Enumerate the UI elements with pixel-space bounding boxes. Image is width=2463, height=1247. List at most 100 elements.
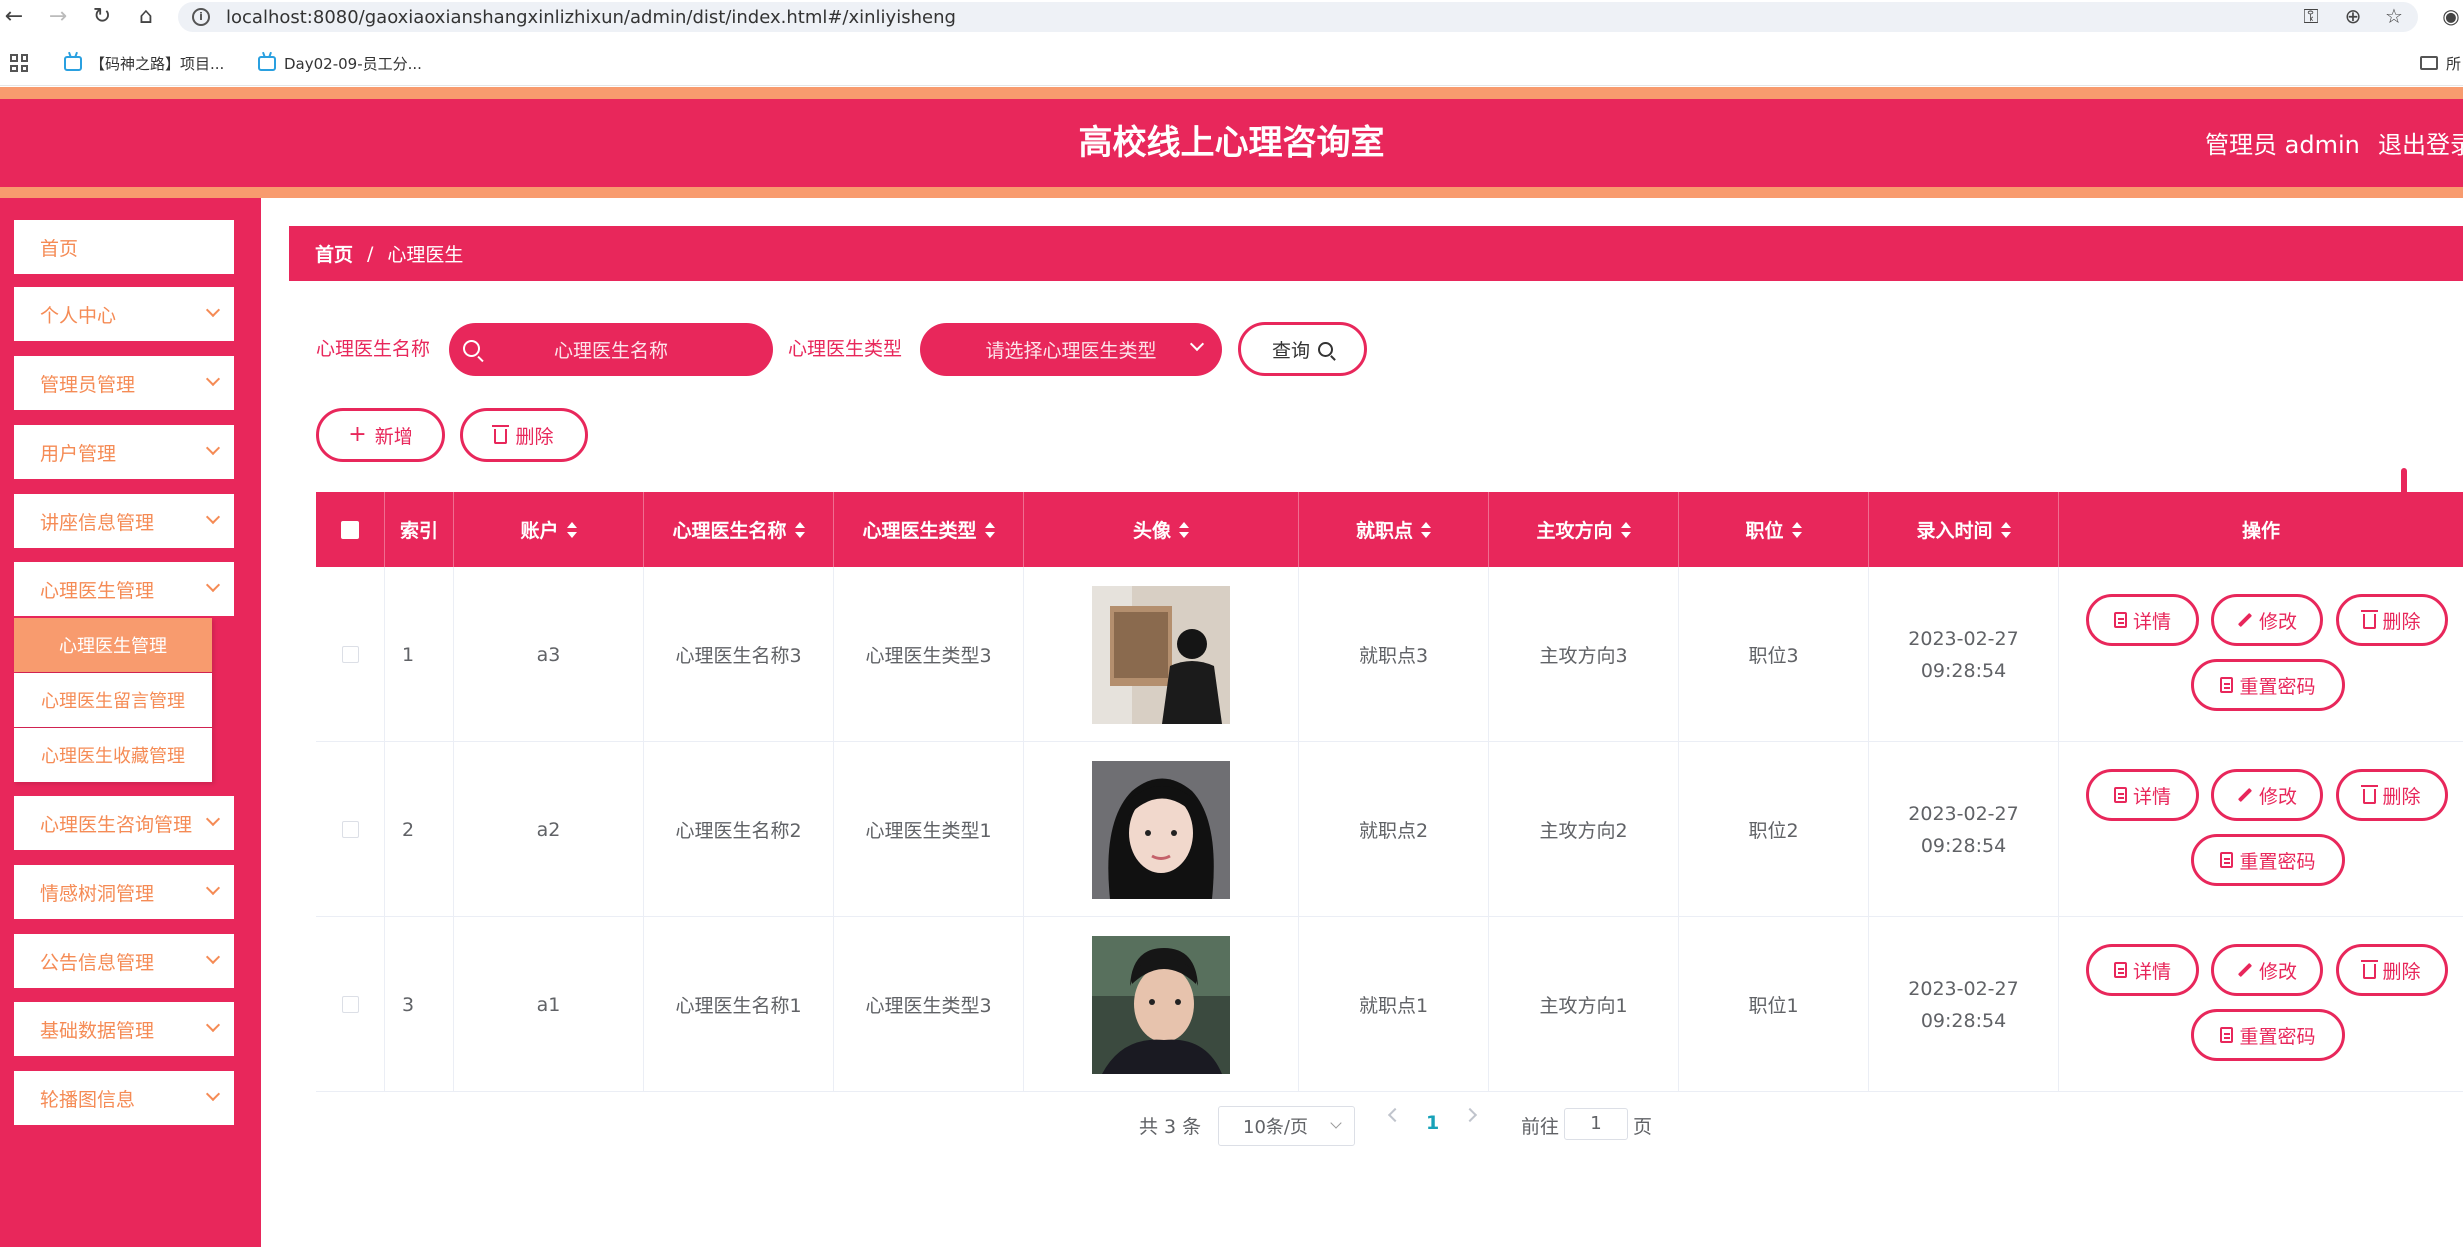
header-avatar[interactable]: 头像 [1024,492,1299,567]
breadcrumb: 首页 / 心理医生 [289,226,2463,281]
bookmark-label: Day02-09-员工分... [284,54,422,73]
delete-button[interactable]: 删除 [2336,594,2448,646]
header-type[interactable]: 心理医生类型 [834,492,1024,567]
detail-button[interactable]: 详情 [2086,594,2199,646]
reset-password-button[interactable]: 重置密码 [2191,659,2345,711]
avatar-image[interactable] [1092,585,1230,724]
breadcrumb-current: 心理医生 [387,244,464,266]
avatar-image[interactable] [1092,760,1230,899]
home-icon[interactable]: ⌂ [132,2,160,30]
sidebar-item-treehole[interactable]: 情感树洞管理 [14,865,234,919]
all-bookmarks[interactable]: 所 [2420,48,2461,78]
breadcrumb-home[interactable]: 首页 [315,240,353,267]
delete-button[interactable]: 删除 [2336,769,2448,821]
reload-icon[interactable]: ↻ [88,2,116,30]
sort-icon[interactable] [566,521,577,538]
edit-button[interactable]: 修改 [2211,594,2323,646]
header-top-strip [0,87,2463,99]
header-label: 就职点 [1355,520,1413,542]
page-size-select[interactable]: 10条/页 [1218,1106,1355,1146]
cell-time: 2023-02-27 09:28:54 [1869,567,2059,742]
select-all-cell[interactable] [316,492,385,567]
header-label: 账户 [520,520,559,542]
sort-icon[interactable] [984,521,995,538]
sort-icon[interactable] [1179,521,1189,538]
goto-suffix: 页 [1633,1116,1653,1138]
trash-icon [2361,610,2379,629]
submenu-doctor-manage[interactable]: 心理医生管理 [14,618,212,672]
sidebar-item-announcements[interactable]: 公告信息管理 [14,934,234,988]
detail-button[interactable]: 详情 [2086,944,2199,996]
bookmark-item[interactable]: Day02-09-员工分... [258,48,422,78]
cell-type: 心理医生类型3 [834,917,1024,1092]
detail-label: 详情 [2132,960,2171,983]
sort-icon[interactable] [794,521,805,538]
reset-password-button[interactable]: 重置密码 [2191,1009,2345,1061]
sidebar-item-basedata[interactable]: 基础数据管理 [14,1002,234,1056]
header-account[interactable]: 账户 [454,492,644,567]
row-select-cell[interactable] [316,917,385,1092]
forward-arrow-icon[interactable]: → [44,2,72,30]
batch-delete-button[interactable]: 删除 [460,408,588,462]
delete-button[interactable]: 删除 [2336,944,2448,996]
back-arrow-icon[interactable]: ← [0,2,28,30]
sidebar-item-admins[interactable]: 管理员管理 [14,356,234,410]
row-checkbox[interactable] [341,821,359,838]
reset-password-label: 重置密码 [2239,675,2316,698]
sidebar-item-doctors[interactable]: 心理医生管理 [14,562,234,616]
cell-location: 就职点1 [1299,917,1489,1092]
submenu-doctor-favorites[interactable]: 心理医生收藏管理 [14,728,212,782]
sort-icon[interactable] [1421,521,1431,538]
sidebar-item-users[interactable]: 用户管理 [14,425,234,479]
type-select[interactable]: 请选择心理医生类型 [920,323,1222,376]
sort-icon[interactable] [1620,521,1631,538]
header-direction[interactable]: 主攻方向 [1489,492,1679,567]
sidebar-item-consultation[interactable]: 心理医生咨询管理 [14,796,234,850]
current-page[interactable]: 1 [1426,1112,1439,1134]
submenu-doctor-messages[interactable]: 心理医生留言管理 [14,673,212,727]
sidebar-item-home[interactable]: 首页 [14,220,234,274]
sort-icon[interactable] [1791,521,1802,538]
name-search-input[interactable]: 心理医生名称 [449,323,773,376]
query-button-label: 查询 [1271,339,1310,362]
header-name[interactable]: 心理医生名称 [644,492,834,567]
reset-password-label: 重置密码 [2239,850,2316,873]
cell-time: 2023-02-27 09:28:54 [1869,742,2059,917]
query-button[interactable]: 查询 [1238,322,1367,376]
header-label: 心理医生名称 [672,520,787,542]
detail-button[interactable]: 详情 [2086,769,2199,821]
edit-button[interactable]: 修改 [2211,769,2323,821]
cell-direction: 主攻方向1 [1489,917,1679,1092]
star-icon[interactable]: ☆ [2381,3,2407,29]
row-select-cell[interactable] [316,567,385,742]
logout-link[interactable]: 退出登录 [2378,125,2463,160]
table-row: 1 a3 心理医生名称3 心理医生类型3 就职点3 主攻方向3 职位3 2023… [316,468,2463,742]
header-location[interactable]: 就职点 [1299,492,1489,567]
select-all-checkbox[interactable] [341,520,359,539]
avatar-image[interactable] [1092,935,1230,1074]
header-position[interactable]: 职位 [1679,492,1869,567]
row-select-cell[interactable] [316,742,385,917]
next-page-icon[interactable] [1462,1107,1478,1123]
add-button[interactable]: + 新增 [316,408,445,462]
prev-page-icon[interactable] [1387,1107,1403,1123]
edit-button[interactable]: 修改 [2211,944,2323,996]
address-bar[interactable]: localhost:8080/gaoxiaoxianshangxinlizhix… [178,2,2418,32]
row-checkbox[interactable] [341,646,359,663]
goto-page-input[interactable]: 1 [1564,1108,1628,1140]
zoom-icon[interactable]: ⊕ [2340,3,2366,29]
sort-icon[interactable] [2000,521,2011,538]
site-info-icon[interactable]: i [192,8,210,26]
sidebar-item-profile[interactable]: 个人中心 [14,287,234,341]
row-checkbox[interactable] [341,996,359,1013]
sidebar-item-lectures[interactable]: 讲座信息管理 [14,494,234,548]
profile-icon[interactable]: ◉ [2438,3,2463,29]
bookmark-item[interactable]: 【码神之路】项目... [64,48,224,78]
header-time[interactable]: 录入时间 [1869,492,2059,567]
cell-direction: 主攻方向2 [1489,742,1679,917]
key-icon[interactable]: ⚿ [2298,3,2324,29]
reset-password-button[interactable]: 重置密码 [2191,834,2345,886]
breadcrumb-separator: / [367,242,374,265]
sidebar-item-label: 首页 [40,237,79,260]
sidebar-item-carousel[interactable]: 轮播图信息 [14,1071,234,1125]
